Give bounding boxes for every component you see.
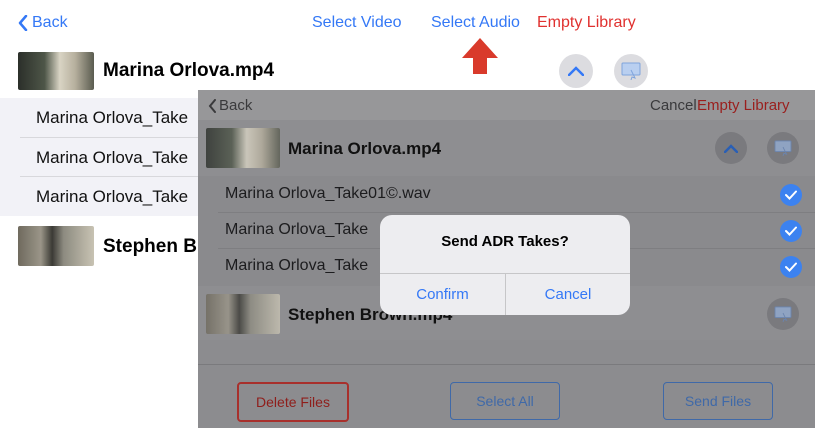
video-title[interactable]: Stephen B [103, 236, 197, 258]
send-to-device-icon [621, 62, 641, 80]
video-title[interactable]: Marina Orlova.mp4 [288, 139, 441, 159]
back-button[interactable]: Back [18, 13, 68, 33]
take-row-label[interactable]: Marina Orlova_Take [36, 148, 188, 168]
delete-files-button[interactable]: Delete Files [237, 382, 349, 422]
video-title[interactable]: Marina Orlova.mp4 [103, 60, 274, 82]
divider [218, 212, 815, 213]
select-audio-button[interactable]: Select Audio [431, 13, 520, 33]
chevron-left-icon [18, 15, 28, 31]
take-row-label[interactable]: Marina Orlova_Take01©.wav [225, 185, 431, 203]
send-to-device-button[interactable] [767, 298, 799, 330]
empty-library-button[interactable]: Empty Library [537, 13, 636, 33]
chevron-left-icon [208, 98, 216, 113]
take-row-label[interactable]: Marina Orlova_Take [36, 187, 188, 207]
back-button[interactable]: Back [208, 97, 252, 114]
divider [20, 176, 200, 177]
take-row-label[interactable]: Marina Orlova_Take [225, 221, 368, 239]
divider [20, 137, 200, 138]
checkmark-icon[interactable] [780, 184, 802, 206]
send-to-device-button[interactable] [614, 54, 648, 88]
cancel-button[interactable]: Cancel [650, 97, 697, 114]
video-thumbnail [18, 226, 94, 266]
cancel-button[interactable]: Cancel [506, 273, 630, 315]
send-to-device-button[interactable] [767, 132, 799, 164]
send-files-button[interactable]: Send Files [663, 382, 773, 420]
send-to-device-icon [774, 140, 792, 156]
alert-dialog: Send ADR Takes? Confirm Cancel [380, 215, 630, 315]
select-video-button[interactable]: Select Video [312, 13, 402, 33]
collapse-button[interactable] [715, 132, 747, 164]
select-all-button[interactable]: Select All [450, 382, 560, 420]
video-thumbnail [206, 128, 280, 168]
chevron-up-icon [724, 143, 738, 153]
confirm-button[interactable]: Confirm [380, 273, 505, 315]
video-thumbnail [18, 52, 94, 90]
take-row-label[interactable]: Marina Orlova_Take [225, 257, 368, 275]
dialog-title: Send ADR Takes? [441, 233, 569, 250]
back-label: Back [32, 14, 68, 31]
checkmark-icon[interactable] [780, 220, 802, 242]
empty-library-button[interactable]: Empty Library [697, 97, 790, 114]
send-to-device-icon [774, 306, 792, 322]
video-thumbnail [206, 294, 280, 334]
collapse-button[interactable] [559, 54, 593, 88]
annotation-arrow-icon [462, 38, 498, 74]
take-row-label[interactable]: Marina Orlova_Take [36, 108, 188, 128]
checkmark-icon[interactable] [780, 256, 802, 278]
divider [198, 364, 815, 365]
chevron-up-icon [568, 66, 584, 76]
back-label: Back [219, 97, 253, 114]
